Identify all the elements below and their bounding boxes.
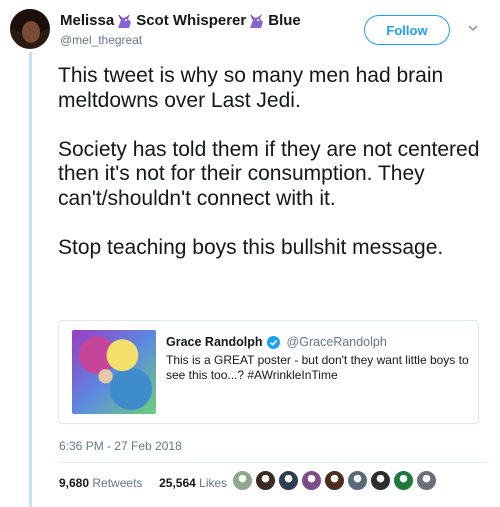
liker-avatar[interactable]	[324, 470, 345, 491]
display-name-part2: Scot Whisperer	[136, 12, 247, 29]
display-name-part1: Melissa	[60, 12, 115, 29]
liker-avatar[interactable]	[347, 470, 368, 491]
verified-badge-icon	[266, 335, 280, 349]
liker-avatars	[232, 470, 437, 492]
liker-avatar[interactable]	[301, 470, 322, 491]
author-handle[interactable]: @mel_thegreat	[60, 33, 142, 47]
tweet-text: This tweet is why so many men had brain …	[58, 64, 488, 260]
tweet-timestamp[interactable]: 6:36 PM - 27 Feb 2018	[59, 439, 182, 453]
liker-avatar[interactable]	[393, 470, 414, 491]
tweet-paragraph-1: This tweet is why so many men had brain …	[58, 64, 450, 112]
liker-avatar[interactable]	[232, 470, 253, 491]
liker-avatar[interactable]	[416, 470, 437, 491]
unicorn-emoji-icon	[118, 13, 132, 28]
retweets-count[interactable]: 9,680	[59, 476, 89, 490]
liker-avatar[interactable]	[255, 470, 276, 491]
liker-avatar[interactable]	[370, 470, 391, 491]
author-display-name[interactable]: Melissa Scot Whisperer Blue	[60, 12, 301, 29]
liker-avatar[interactable]	[278, 470, 299, 491]
tweet-header: Melissa Scot Whisperer Blue @mel_thegrea…	[0, 0, 500, 56]
follow-button[interactable]: Follow	[364, 15, 450, 45]
likes-label[interactable]: Likes	[199, 476, 227, 490]
thread-line	[29, 52, 32, 507]
display-name-part3: Blue	[268, 12, 301, 29]
tweet-paragraph-3: Stop teaching boys this bullshit message…	[58, 235, 444, 259]
retweets-label[interactable]: Retweets	[92, 476, 142, 490]
divider	[59, 462, 489, 463]
quoted-tweet-text: This is a GREAT poster - but don't they …	[166, 353, 469, 382]
quoted-author-name: Grace Randolph	[166, 335, 263, 349]
quoted-tweet-image[interactable]	[72, 330, 156, 414]
likes-count[interactable]: 25,564	[159, 476, 196, 490]
quoted-tweet[interactable]: Grace Randolph @GraceRandolph This is a …	[58, 320, 479, 424]
chevron-down-icon[interactable]	[467, 22, 479, 34]
tweet-paragraph-2: Society has told them if they are not ce…	[58, 137, 486, 210]
quoted-author-handle: @GraceRandolph	[286, 335, 387, 349]
quoted-author: Grace Randolph @GraceRandolph	[166, 335, 387, 349]
avatar[interactable]	[10, 9, 50, 49]
unicorn-emoji-icon	[250, 13, 264, 28]
tweet-stats: 9,680 Retweets 25,564 Likes	[59, 476, 227, 490]
